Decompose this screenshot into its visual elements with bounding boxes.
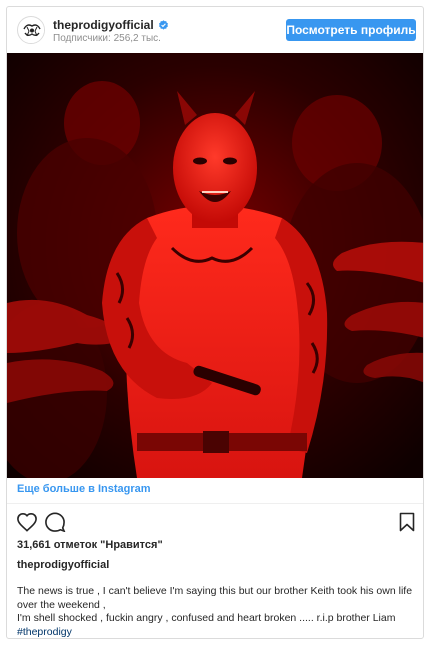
account-name-text[interactable]: theprodigyofficial xyxy=(53,18,154,32)
post-photo-image xyxy=(7,53,423,478)
bookmark-icon[interactable] xyxy=(399,512,415,532)
heart-icon[interactable] xyxy=(16,512,38,532)
instagram-embed-card: theprodigyofficial Подписчики: 256,2 тыс… xyxy=(6,6,424,639)
comment-icon[interactable] xyxy=(44,512,66,532)
post-actions xyxy=(7,510,423,536)
post-header: theprodigyofficial Подписчики: 256,2 тыс… xyxy=(7,7,423,53)
followers-count: Подписчики: 256,2 тыс. xyxy=(53,33,161,44)
likes-count[interactable]: 31,661 отметок "Нравится" xyxy=(17,539,163,551)
post-photo[interactable] xyxy=(7,53,423,478)
post-caption: The news is true , I can't believe I'm s… xyxy=(17,585,417,639)
view-profile-button[interactable]: Посмотреть профиль xyxy=(286,19,416,41)
avatar[interactable] xyxy=(17,16,45,44)
account-name[interactable]: theprodigyofficial xyxy=(53,18,169,32)
hashtag-link[interactable]: #theprodigy xyxy=(17,626,417,639)
caption-line: I'm shell shocked , fuckin angry , confu… xyxy=(17,612,396,624)
more-on-instagram-link[interactable]: Еще больше в Instagram xyxy=(17,483,151,495)
prodigy-logo-icon xyxy=(19,18,44,43)
verified-badge-icon xyxy=(158,20,168,30)
post-author[interactable]: theprodigyofficial xyxy=(17,559,109,571)
caption-line: The news is true , I can't believe I'm s… xyxy=(17,585,413,611)
divider xyxy=(7,503,423,504)
